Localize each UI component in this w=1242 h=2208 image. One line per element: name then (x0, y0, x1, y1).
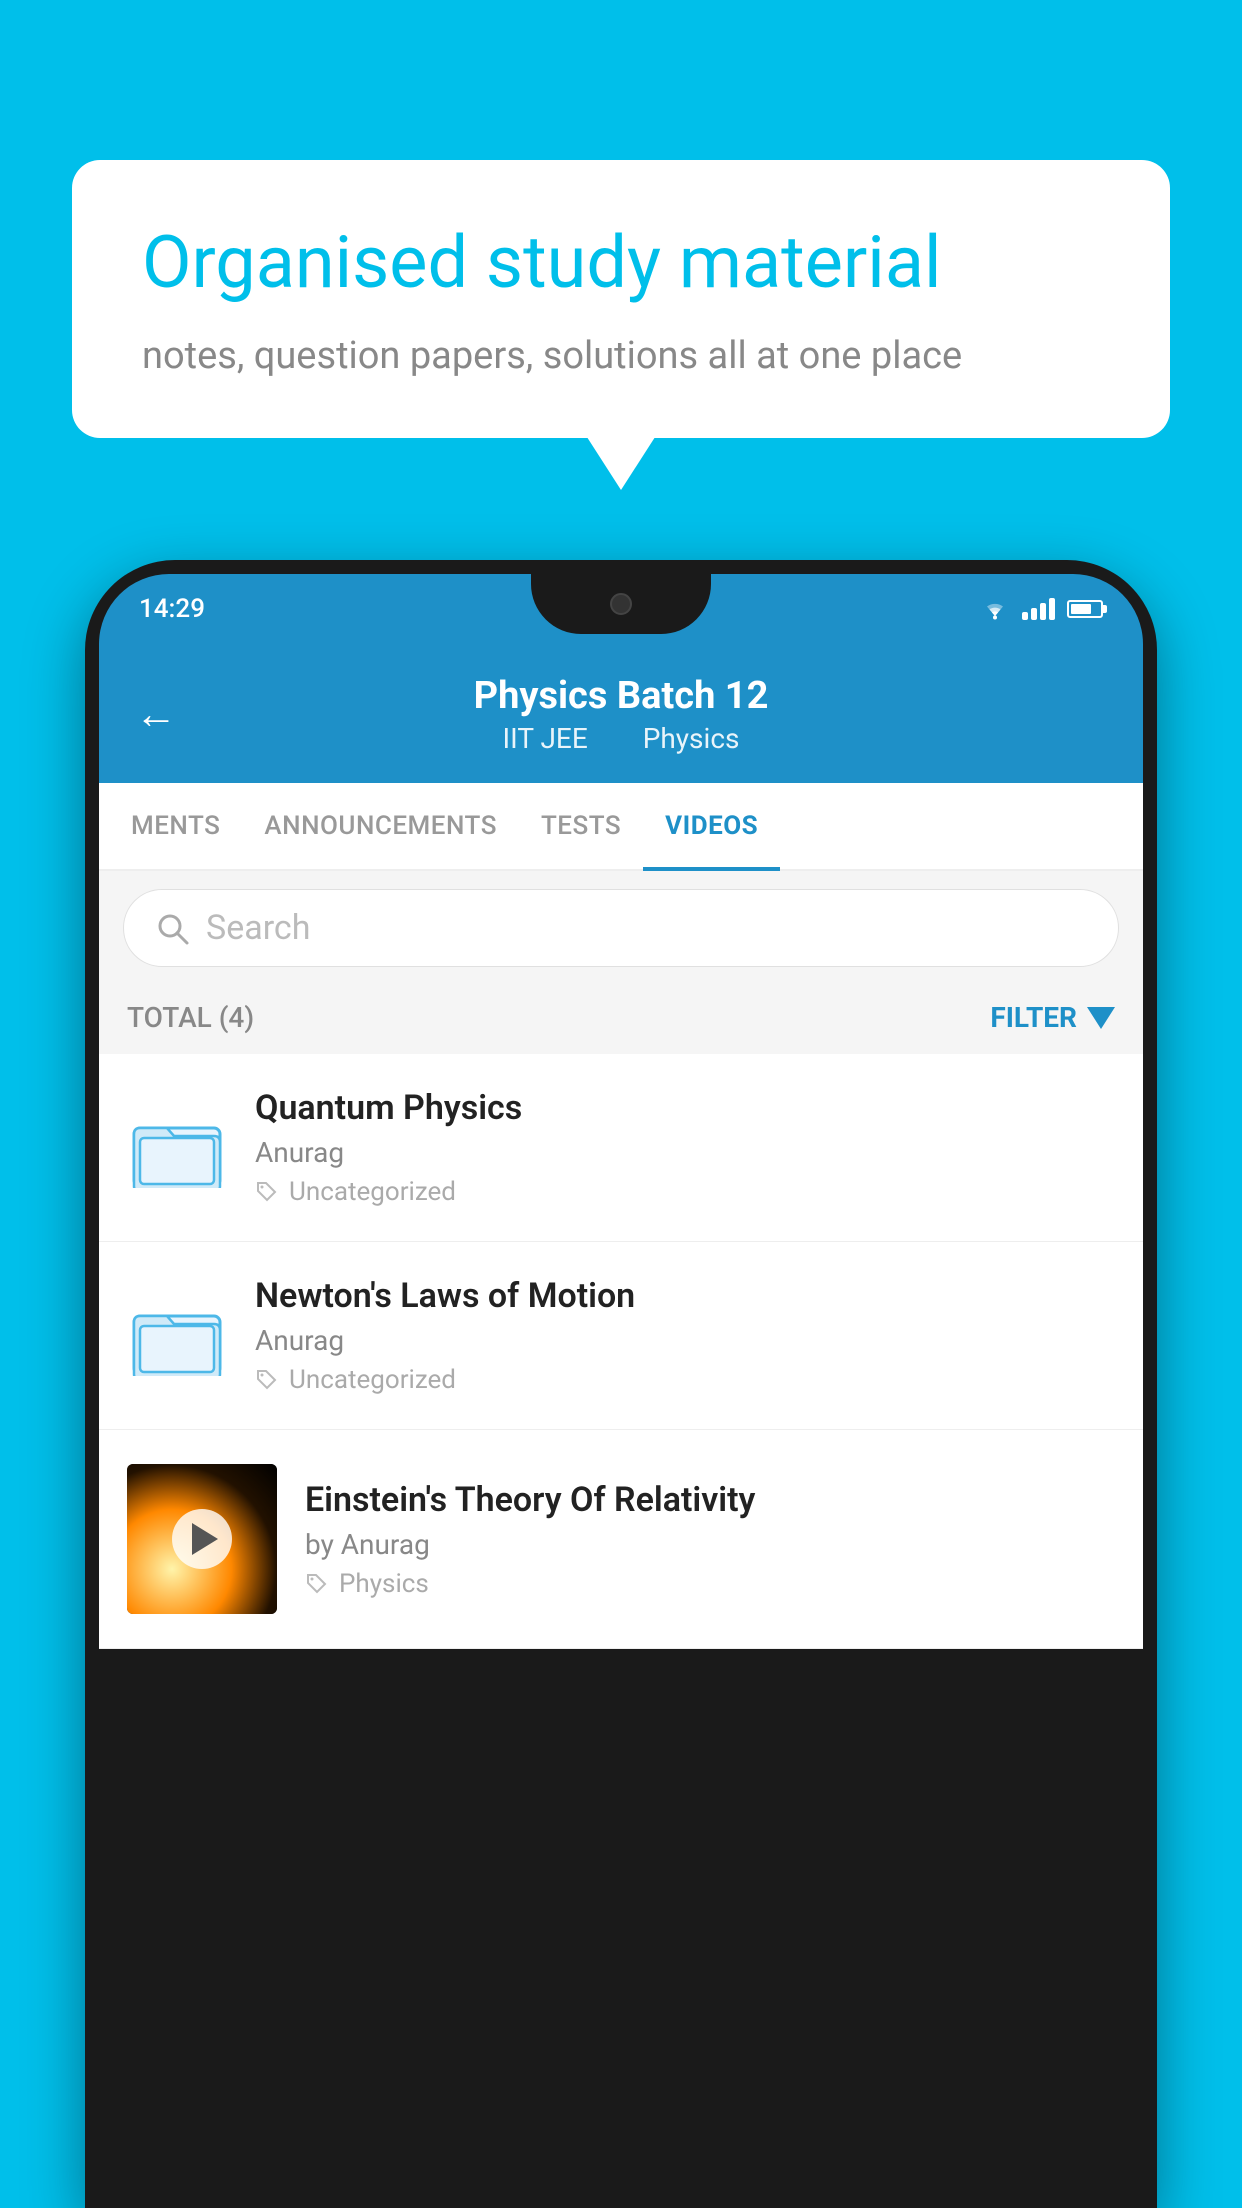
folder-icon-wrap (127, 1098, 227, 1198)
phone-frame: 14:29 (85, 560, 1157, 2208)
list-item[interactable]: Einstein's Theory Of Relativity by Anura… (99, 1430, 1143, 1649)
video-tag: Physics (339, 1569, 429, 1599)
video-thumbnail (127, 1464, 277, 1614)
folder-icon (132, 1296, 222, 1376)
video-title: Quantum Physics (255, 1088, 1115, 1128)
video-list: Quantum Physics Anurag Uncategorized (99, 1054, 1143, 1649)
video-tag-row: Uncategorized (255, 1365, 1115, 1395)
video-author: Anurag (255, 1136, 1115, 1169)
header-subtitle-left: IIT JEE (503, 722, 588, 755)
video-author: Anurag (255, 1324, 1115, 1357)
video-title: Newton's Laws of Motion (255, 1276, 1115, 1316)
video-info: Quantum Physics Anurag Uncategorized (255, 1088, 1115, 1207)
app-header: ← Physics Batch 12 IIT JEE Physics (99, 644, 1143, 783)
status-bar: 14:29 (99, 574, 1143, 644)
tab-announcements[interactable]: ANNOUNCEMENTS (242, 783, 519, 869)
tag-icon (255, 1368, 279, 1392)
tag-icon (255, 1180, 279, 1204)
list-item[interactable]: Quantum Physics Anurag Uncategorized (99, 1054, 1143, 1242)
video-tag-row: Uncategorized (255, 1177, 1115, 1207)
speech-bubble-container: Organised study material notes, question… (72, 160, 1170, 438)
header-title-group: Physics Batch 12 IIT JEE Physics (474, 674, 769, 755)
phone-notch (531, 574, 711, 634)
folder-icon (132, 1108, 222, 1188)
video-info: Einstein's Theory Of Relativity by Anura… (305, 1480, 1115, 1599)
video-info: Newton's Laws of Motion Anurag Uncategor… (255, 1276, 1115, 1395)
tab-tests[interactable]: TESTS (519, 783, 643, 869)
video-title: Einstein's Theory Of Relativity (305, 1480, 1115, 1520)
search-input-container[interactable]: Search (123, 889, 1119, 967)
total-label: TOTAL (4) (127, 1001, 254, 1034)
speech-bubble-subtitle: notes, question papers, solutions all at… (142, 334, 1100, 378)
status-icons (980, 598, 1103, 620)
wifi-icon (980, 598, 1010, 620)
header-subtitle-right: Physics (643, 722, 740, 755)
video-tag: Uncategorized (289, 1177, 456, 1207)
camera-dot (610, 593, 632, 615)
tab-videos[interactable]: VIDEOS (643, 783, 780, 869)
search-icon (154, 910, 190, 946)
back-button[interactable]: ← (135, 690, 177, 739)
play-icon (192, 1523, 218, 1555)
list-item[interactable]: Newton's Laws of Motion Anurag Uncategor… (99, 1242, 1143, 1430)
search-bar-wrapper: Search (99, 871, 1143, 985)
search-input[interactable]: Search (206, 908, 310, 948)
filter-button[interactable]: FILTER (990, 1001, 1115, 1034)
filter-row: TOTAL (4) FILTER (99, 985, 1143, 1054)
play-button[interactable] (172, 1509, 232, 1569)
header-subtitle: IIT JEE Physics (474, 722, 769, 755)
video-tag: Uncategorized (289, 1365, 456, 1395)
status-time: 14:29 (139, 594, 205, 624)
filter-label: FILTER (990, 1001, 1077, 1034)
battery-icon (1067, 600, 1103, 618)
video-author: by Anurag (305, 1528, 1115, 1561)
header-title: Physics Batch 12 (474, 674, 769, 718)
speech-bubble-title: Organised study material (142, 220, 1100, 306)
tag-icon (305, 1572, 329, 1596)
tabs-bar: MENTS ANNOUNCEMENTS TESTS VIDEOS (99, 783, 1143, 871)
tab-ments[interactable]: MENTS (109, 783, 242, 869)
folder-icon-wrap (127, 1286, 227, 1386)
video-tag-row: Physics (305, 1569, 1115, 1599)
signal-bars-icon (1022, 598, 1055, 620)
speech-bubble: Organised study material notes, question… (72, 160, 1170, 438)
phone-screen: ← Physics Batch 12 IIT JEE Physics MENTS… (99, 644, 1143, 1649)
filter-icon (1087, 1007, 1115, 1029)
